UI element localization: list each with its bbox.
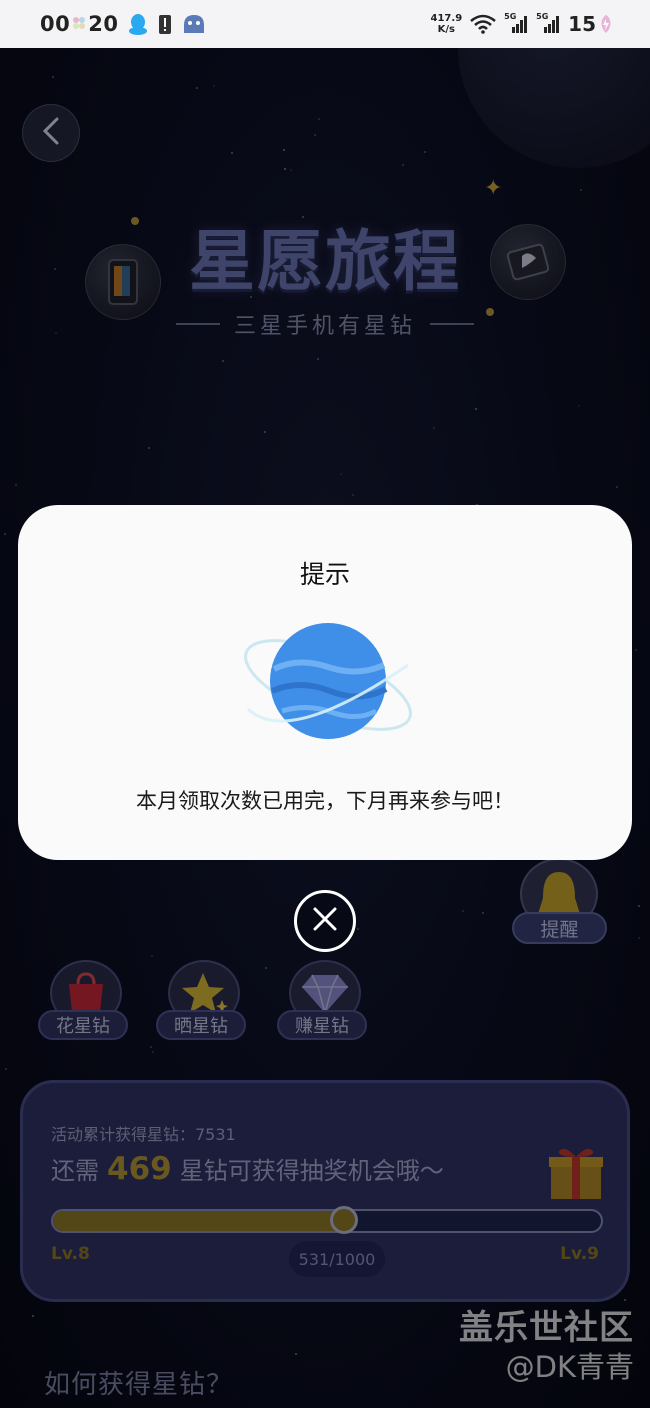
activity-page: ✦ 星愿旅程 三星手机有星钻 提醒 花星钻 晒星钻 赚星钻 活动累计获得星钻：7… <box>0 48 650 1408</box>
bot-face-icon <box>182 13 206 35</box>
qq-penguin-icon <box>128 13 148 35</box>
close-dialog-button[interactable] <box>294 890 356 952</box>
status-time: 00 20 <box>40 12 119 36</box>
battery-icon: 15 <box>568 12 614 36</box>
dialog-title: 提示 <box>299 560 350 589</box>
status-bar: 00 20 417.9 K/s 5G 5G 15 <box>0 0 650 48</box>
signal-icon: 5G <box>536 12 560 34</box>
tip-dialog: 提示 本月领取次数已用完，下月再来参与吧！ <box>18 505 632 860</box>
planet-icon <box>238 617 418 751</box>
pinwheel-icon <box>71 15 87 31</box>
close-icon <box>312 906 338 936</box>
dialog-message: 本月领取次数已用完，下月再来参与吧！ <box>136 789 514 813</box>
alert-icon <box>158 13 172 35</box>
net-speed: 417.9 K/s <box>430 13 463 35</box>
wifi-icon <box>470 14 496 34</box>
signal-icon: 5G <box>504 12 528 34</box>
